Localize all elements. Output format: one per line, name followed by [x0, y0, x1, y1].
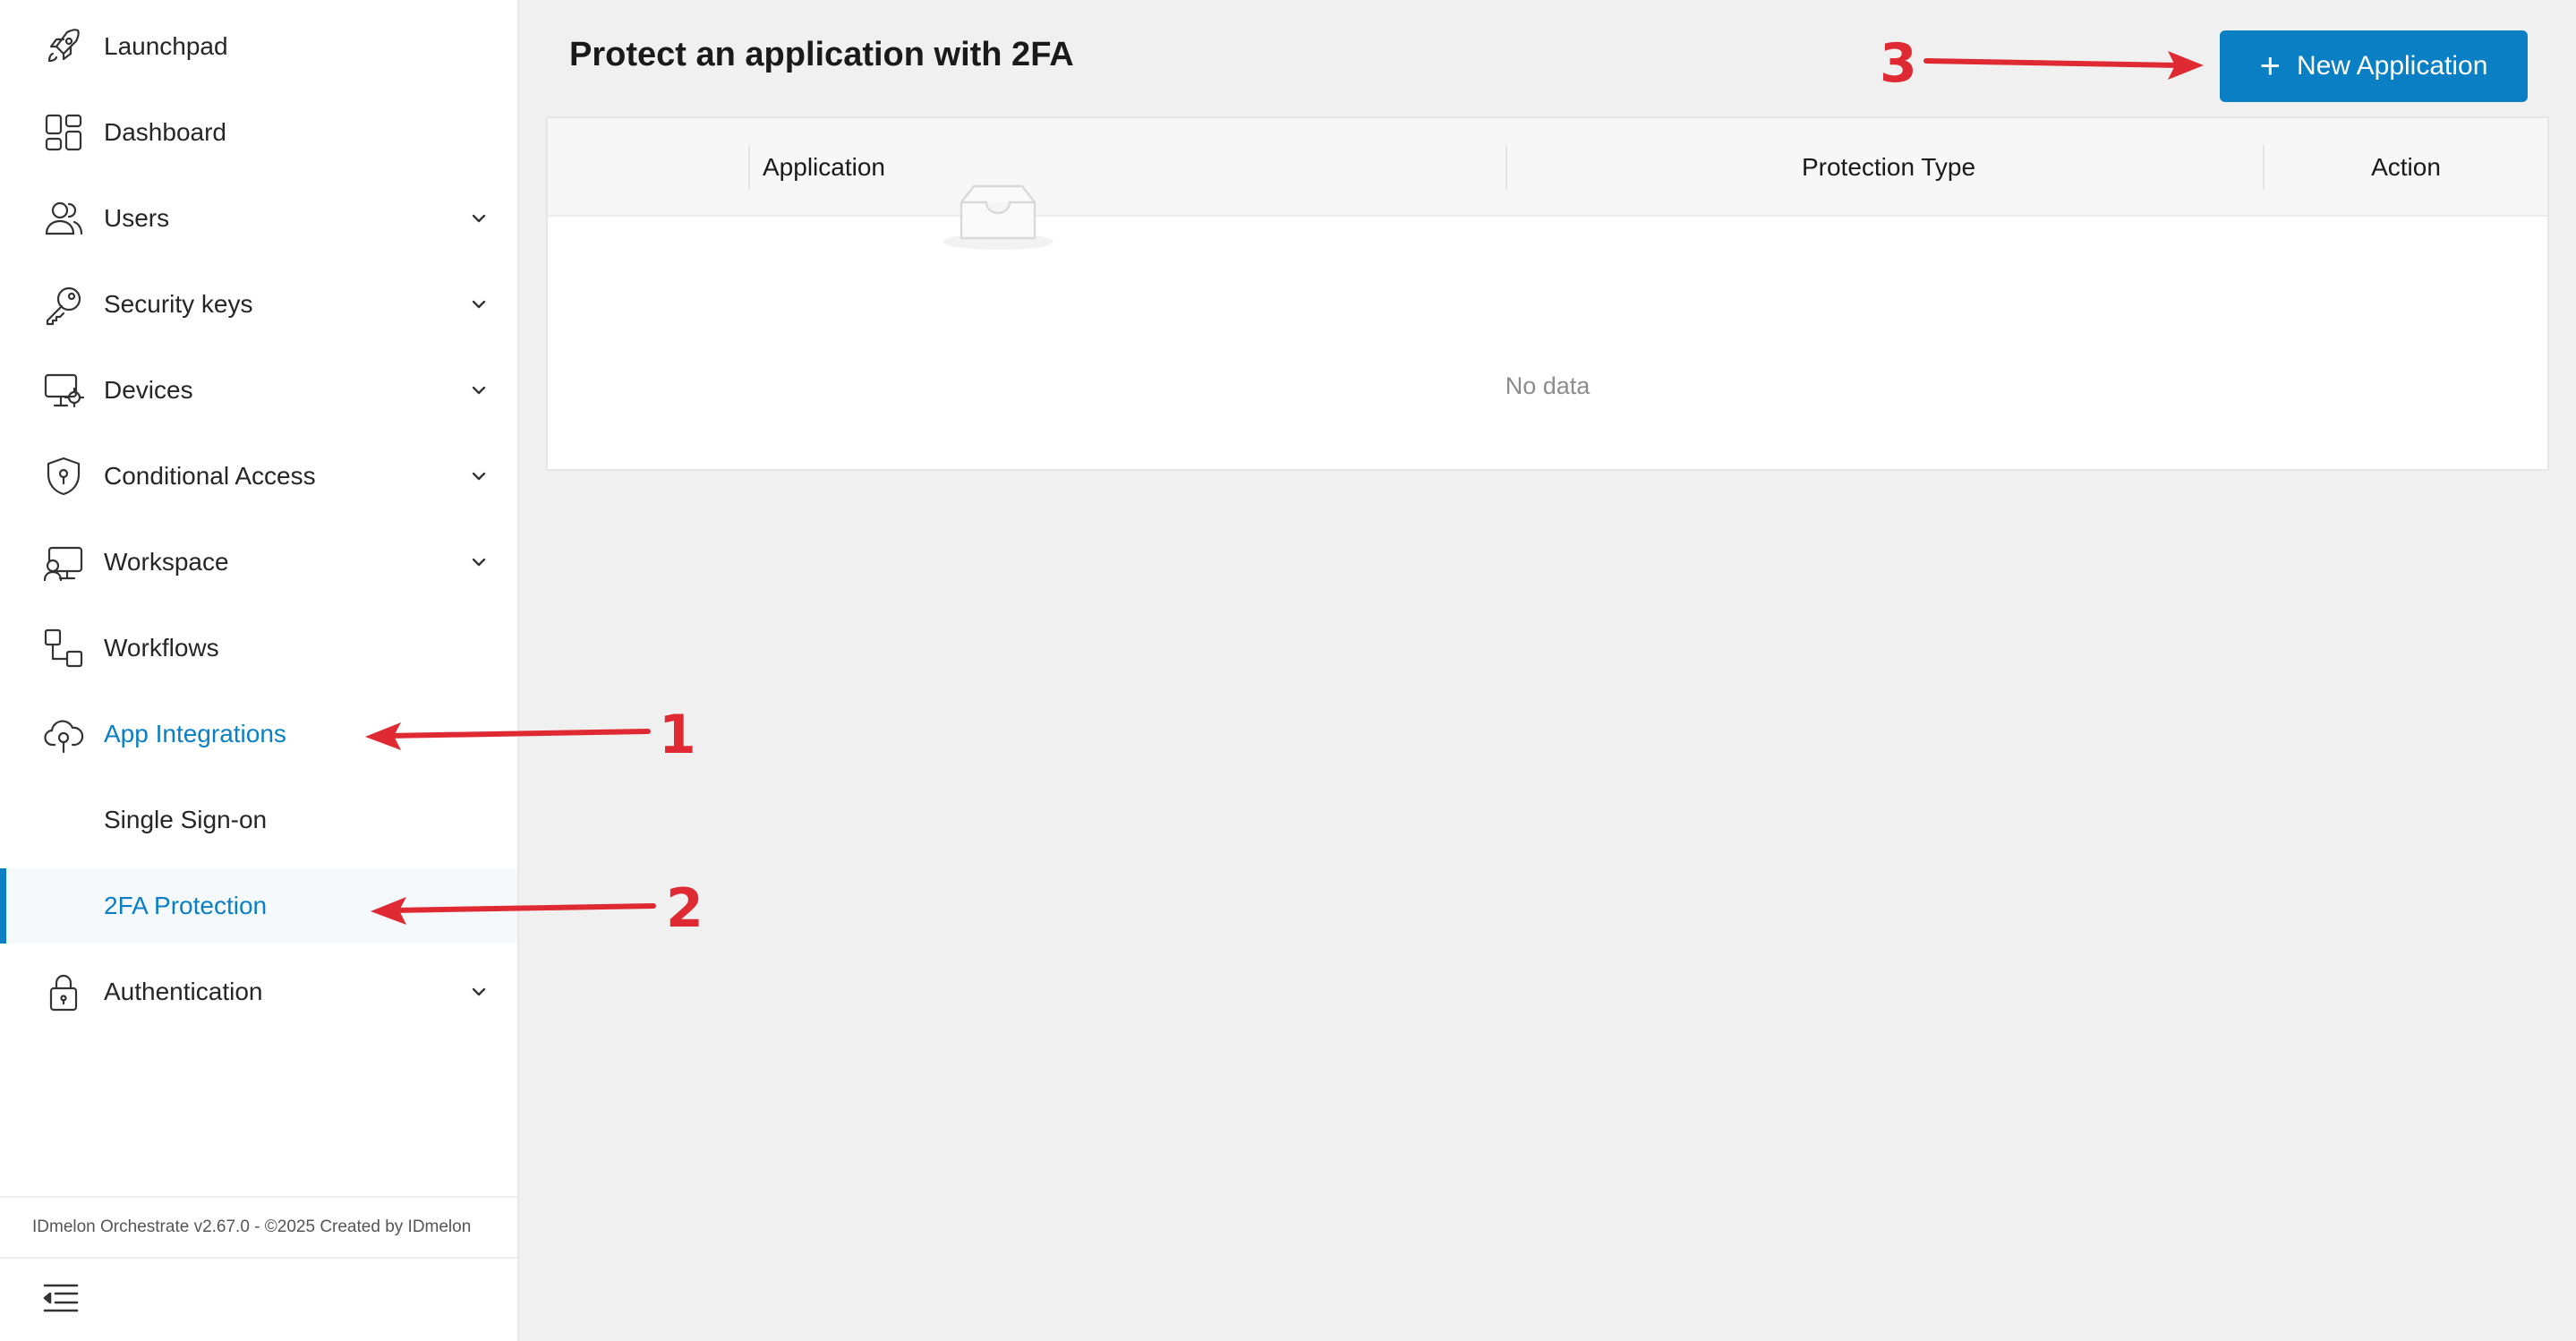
device-icon — [41, 368, 86, 413]
chevron-down-icon[interactable] — [465, 978, 492, 1005]
annotation-number-1: 1 — [659, 704, 696, 766]
sidebar-item-label: Authentication — [104, 978, 263, 1005]
sidebar-item-workflows[interactable]: Workflows — [0, 611, 517, 686]
sidebar-item-label: App Integrations — [104, 720, 286, 747]
sidebar-item-label: Dashboard — [104, 118, 226, 146]
sidebar-item-authentication[interactable]: Authentication — [0, 954, 517, 1029]
plus-icon: + — [2259, 47, 2281, 86]
shield-icon — [41, 454, 86, 499]
sidebar-item-label: Launchpad — [104, 32, 228, 60]
new-application-button[interactable]: + New Application — [2220, 30, 2528, 102]
annotation-number-3: 3 — [1880, 32, 1917, 95]
chevron-down-icon[interactable] — [465, 463, 492, 490]
page-title: Protect an application with 2FA — [569, 36, 1074, 73]
sidebar-item-label: Users — [104, 204, 170, 232]
sidebar-item-launchpad[interactable]: Launchpad — [0, 9, 517, 84]
chevron-down-icon[interactable] — [465, 291, 492, 318]
sidebar-item-app-integrations[interactable]: App Integrations — [0, 696, 517, 772]
sidebar-item-label: Single Sign-on — [104, 806, 268, 833]
sidebar-item-devices[interactable]: Devices — [0, 353, 517, 428]
empty-inbox-icon — [942, 175, 1054, 255]
sidebar-item-dashboard[interactable]: Dashboard — [0, 95, 517, 170]
column-header-action: Action — [2371, 153, 2441, 181]
sidebar-item-label: Workspace — [104, 548, 229, 576]
workflow-icon — [41, 626, 86, 670]
key-icon — [41, 282, 86, 327]
column-header-protection-type[interactable]: Protection Type — [1506, 118, 2272, 217]
lock-icon — [41, 969, 86, 1014]
dashboard-icon — [41, 110, 86, 155]
chevron-down-icon[interactable] — [465, 549, 492, 576]
applications-table: Application Protection Type Action — [546, 116, 2549, 471]
rocket-icon — [41, 24, 86, 69]
column-header-application[interactable]: Application — [763, 118, 885, 217]
annotation-number-2: 2 — [666, 877, 704, 940]
annotation-arrow-3 — [1923, 58, 2183, 68]
table-header: Application Protection Type Action — [548, 118, 2547, 217]
version-text: IDmelon Orchestrate v2.67.0 - ©2025 Crea… — [32, 1217, 472, 1236]
chevron-down-icon[interactable] — [465, 377, 492, 404]
sidebar-item-label: Conditional Access — [104, 462, 316, 490]
sidebar-item-label: Security keys — [104, 290, 253, 318]
sidebar-item-users[interactable]: Users — [0, 181, 517, 256]
sidebar-item-security-keys[interactable]: Security keys — [0, 267, 517, 342]
sidebar-item-conditional-access[interactable]: Conditional Access — [0, 439, 517, 514]
sidebar-item-2fa-protection[interactable]: 2FA Protection — [0, 868, 517, 944]
sidebar-footer: IDmelon Orchestrate v2.67.0 - ©2025 Crea… — [0, 1196, 517, 1259]
new-application-label: New Application — [2296, 51, 2488, 81]
empty-state — [548, 217, 2547, 471]
sidebar-item-single-sign-on[interactable]: Single Sign-on — [0, 782, 517, 858]
sidebar-item-label: 2FA Protection — [104, 892, 268, 919]
column-divider — [748, 145, 750, 190]
empty-state-text: No data — [1505, 372, 1591, 399]
cloud-app-icon — [41, 712, 86, 756]
sidebar-item-label: Devices — [104, 376, 193, 404]
users-icon — [41, 196, 86, 241]
workspace-icon — [41, 540, 86, 585]
sidebar-item-workspace[interactable]: Workspace — [0, 525, 517, 600]
sidebar-item-label: Workflows — [104, 634, 219, 662]
annotation-arrowhead-3 — [2168, 51, 2204, 80]
collapse-menu-icon[interactable] — [39, 1277, 82, 1320]
sidebar: Launchpad Dashboard Users Security keys … — [0, 0, 519, 1341]
chevron-down-icon[interactable] — [465, 205, 492, 232]
